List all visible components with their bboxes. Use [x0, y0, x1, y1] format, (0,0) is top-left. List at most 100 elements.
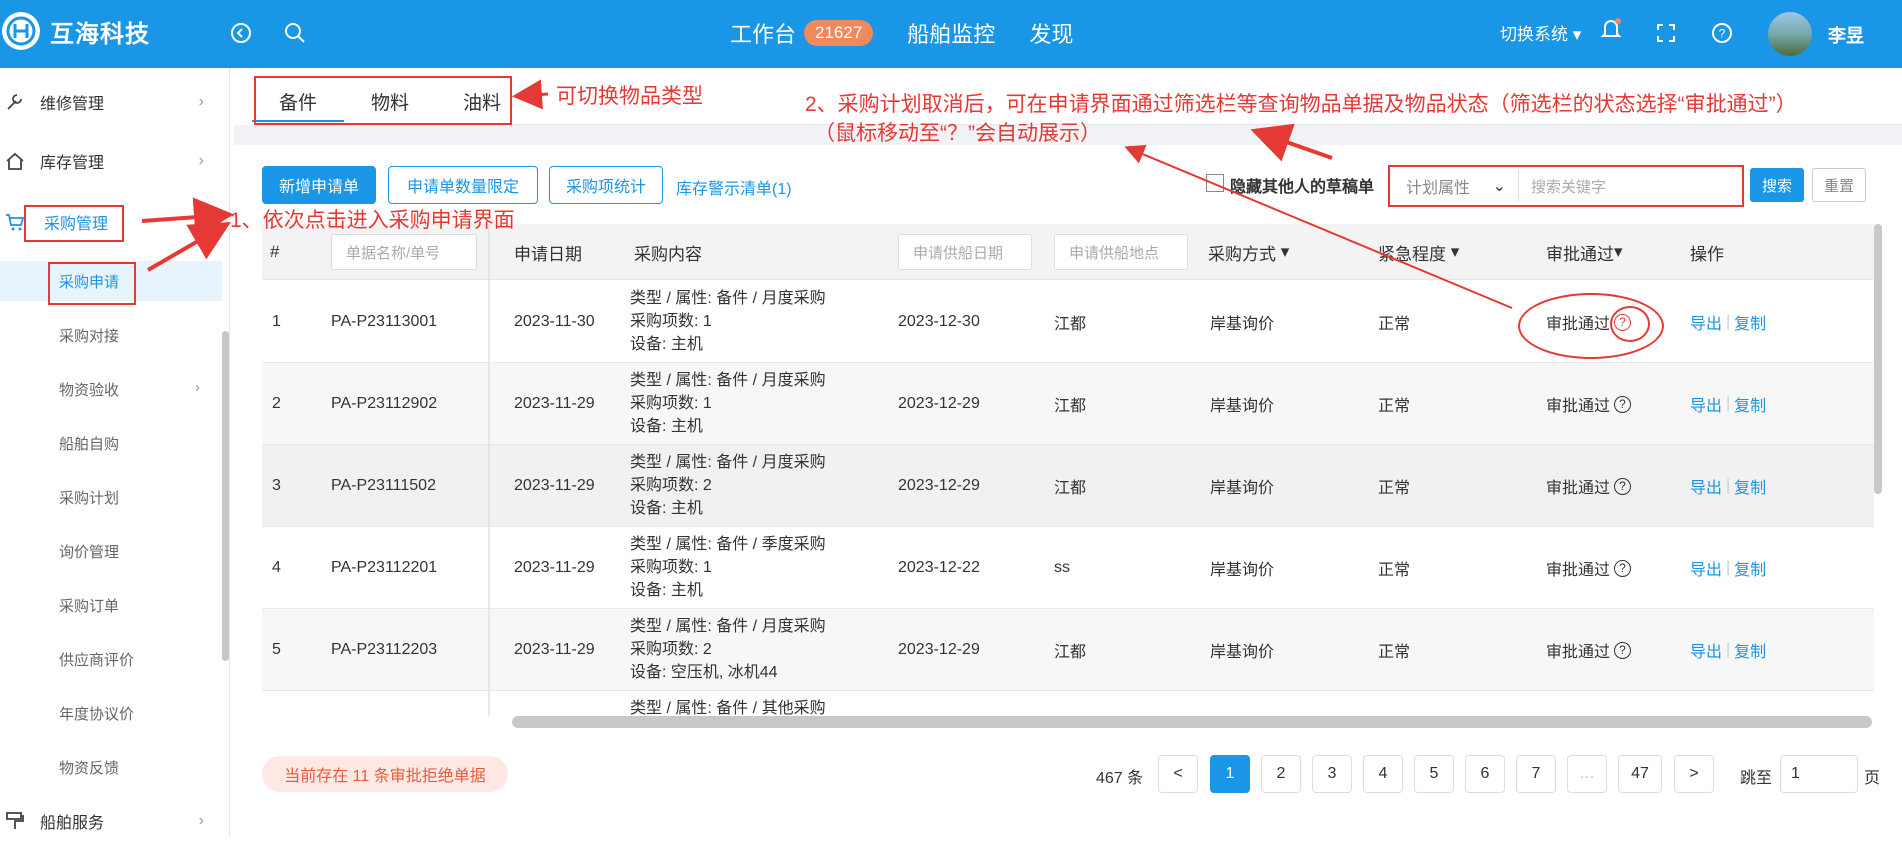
- col-method[interactable]: 采购方式 ▾: [1208, 224, 1289, 280]
- row-supply-date: 2023-12-29: [898, 477, 980, 494]
- nav-ship-monitor[interactable]: 船舶监控: [907, 17, 995, 49]
- fixed-column-shadow: [488, 224, 491, 716]
- table-row-partial[interactable]: 类型 / 属性: 备件 / 其他采购: [262, 691, 1874, 716]
- back-circle-icon[interactable]: [228, 20, 254, 46]
- stock-warning-link[interactable]: 库存警示清单(1): [676, 175, 792, 199]
- nav-workbench[interactable]: 工作台 21627: [730, 17, 874, 49]
- name-filter-input[interactable]: 单据名称/单号: [331, 234, 477, 270]
- user-name[interactable]: 李昱: [1828, 22, 1864, 48]
- quantity-limit-button[interactable]: 申请单数量限定: [388, 166, 538, 204]
- sidebar-sub-goods-acceptance[interactable]: 物资验收 ›: [0, 369, 222, 409]
- page-ellipsis[interactable]: …: [1567, 755, 1607, 793]
- supply-date-filter[interactable]: 申请供船日期: [898, 234, 1032, 270]
- page-button[interactable]: 1: [1210, 755, 1250, 793]
- rejected-notice[interactable]: 当前存在 11 条审批拒绝单据: [262, 756, 508, 792]
- row-urgency: 正常: [1378, 398, 1411, 415]
- question-icon[interactable]: ?: [1614, 477, 1632, 495]
- row-method: 岸基询价: [1210, 316, 1275, 333]
- sidebar-sub-inquiry[interactable]: 询价管理: [0, 531, 222, 571]
- page-button[interactable]: 3: [1312, 755, 1352, 793]
- sidebar-sub-ship-self-purchase[interactable]: 船舶自购: [0, 423, 222, 463]
- sidebar-sub-label: 询价管理: [59, 543, 120, 561]
- copy-link[interactable]: 复制: [1734, 638, 1766, 662]
- annotation-box-purchase-menu: [24, 205, 124, 242]
- annotation-step2-subtext: （鼠标移动至“？”会自动展示）: [814, 122, 1101, 145]
- reset-button[interactable]: 重置: [1812, 168, 1866, 202]
- col-ops: 操作: [1690, 244, 1724, 264]
- sidebar-sub-label: 采购对接: [59, 327, 120, 345]
- copy-link[interactable]: 复制: [1734, 392, 1766, 416]
- total-count: 467 条: [1096, 770, 1144, 787]
- row-urgency: 正常: [1378, 480, 1411, 497]
- row-number: PA-P23112203: [331, 641, 438, 658]
- supply-place-filter[interactable]: 申请供船地点: [1054, 234, 1188, 270]
- new-request-button[interactable]: 新增申请单: [262, 166, 376, 204]
- row-supply-date: 2023-12-22: [898, 559, 980, 576]
- user-avatar[interactable]: [1768, 12, 1812, 56]
- cart-icon: [4, 212, 26, 232]
- page-button[interactable]: 5: [1414, 755, 1454, 793]
- export-link[interactable]: 导出: [1690, 638, 1722, 662]
- table-horizontal-scrollbar[interactable]: [512, 716, 1872, 728]
- fullscreen-icon[interactable]: [1653, 20, 1679, 46]
- row-ops: 导出 | 复制: [1690, 445, 1766, 527]
- jump-page-input[interactable]: 1: [1780, 755, 1858, 793]
- table-vertical-scrollbar[interactable]: [1874, 224, 1882, 494]
- export-link[interactable]: 导出: [1690, 474, 1722, 498]
- row-content-type: 类型 / 属性: 备件 / 月度采购: [630, 618, 826, 635]
- row-content-count: 采购项数: 1: [630, 559, 712, 576]
- row-method: 岸基询价: [1210, 562, 1275, 579]
- search-icon[interactable]: [282, 20, 308, 46]
- sidebar-sub-annual-price[interactable]: 年度协议价: [0, 693, 222, 733]
- question-icon[interactable]: ?: [1614, 559, 1632, 577]
- copy-link[interactable]: 复制: [1734, 556, 1766, 580]
- sidebar-sub-purchase-plan[interactable]: 采购计划: [0, 477, 222, 517]
- sidebar-sub-goods-feedback[interactable]: 物资反馈: [0, 747, 222, 787]
- nav-discover[interactable]: 发现: [1029, 17, 1073, 49]
- page-button[interactable]: 4: [1363, 755, 1403, 793]
- hide-drafts-checkbox[interactable]: [1206, 174, 1224, 192]
- col-status[interactable]: 审批通过 ▾: [1546, 224, 1623, 280]
- row-number: PA-P23111502: [331, 477, 436, 494]
- table-row[interactable]: 3 PA-P23111502 2023-11-29 类型 / 属性: 备件 / …: [262, 445, 1874, 527]
- export-link[interactable]: 导出: [1690, 556, 1722, 580]
- sidebar-item-inventory[interactable]: 库存管理 ›: [0, 136, 230, 186]
- table-row[interactable]: 4 PA-P23112201 2023-11-29 类型 / 属性: 备件 / …: [262, 527, 1874, 609]
- page-button[interactable]: 47: [1618, 755, 1662, 793]
- next-page-button[interactable]: >: [1674, 755, 1714, 793]
- col-apply-date: 申请日期: [514, 244, 582, 264]
- sidebar-sub-purchase-docking[interactable]: 采购对接: [0, 315, 222, 355]
- row-content-type: 类型 / 属性: 备件 / 月度采购: [630, 290, 826, 307]
- bell-icon[interactable]: [1598, 16, 1624, 42]
- row-method: 岸基询价: [1210, 480, 1275, 497]
- sidebar-item-maintenance[interactable]: 维修管理 ›: [0, 77, 230, 127]
- item-stats-button[interactable]: 采购项统计: [549, 166, 663, 204]
- row-method: 岸基询价: [1210, 398, 1275, 415]
- export-link[interactable]: 导出: [1690, 310, 1722, 334]
- switch-system-dropdown[interactable]: 切换系统 ▾: [1500, 20, 1581, 45]
- sidebar-sub-label: 采购计划: [59, 489, 120, 507]
- sidebar-item-ship-service[interactable]: 船舶服务 ›: [0, 796, 230, 846]
- page-button[interactable]: 6: [1465, 755, 1505, 793]
- page-button[interactable]: 7: [1516, 755, 1556, 793]
- table-row[interactable]: 5 PA-P23112203 2023-11-29 类型 / 属性: 备件 / …: [262, 609, 1874, 691]
- page-button[interactable]: 2: [1261, 755, 1301, 793]
- sidebar-sub-supplier-eval[interactable]: 供应商评价: [0, 639, 222, 679]
- row-content-equipment: 设备: 主机: [630, 336, 703, 353]
- table-row[interactable]: 2 PA-P23112902 2023-11-29 类型 / 属性: 备件 / …: [262, 363, 1874, 445]
- copy-link[interactable]: 复制: [1734, 474, 1766, 498]
- page-unit: 页: [1864, 770, 1881, 787]
- prev-page-button[interactable]: <: [1158, 755, 1198, 793]
- sidebar-scrollbar[interactable]: [222, 331, 229, 661]
- question-icon[interactable]: ?: [1614, 641, 1632, 659]
- search-button[interactable]: 搜索: [1750, 168, 1804, 202]
- question-icon[interactable]: ?: [1614, 395, 1632, 413]
- col-urgency[interactable]: 紧急程度 ▾: [1378, 224, 1459, 280]
- row-number: PA-P23113001: [331, 313, 438, 330]
- brand-logo[interactable]: 互海科技: [2, 12, 150, 50]
- export-link[interactable]: 导出: [1690, 392, 1722, 416]
- copy-link[interactable]: 复制: [1734, 310, 1766, 334]
- row-urgency: 正常: [1378, 644, 1411, 661]
- help-icon[interactable]: ?: [1709, 20, 1735, 46]
- sidebar-sub-purchase-order[interactable]: 采购订单: [0, 585, 222, 625]
